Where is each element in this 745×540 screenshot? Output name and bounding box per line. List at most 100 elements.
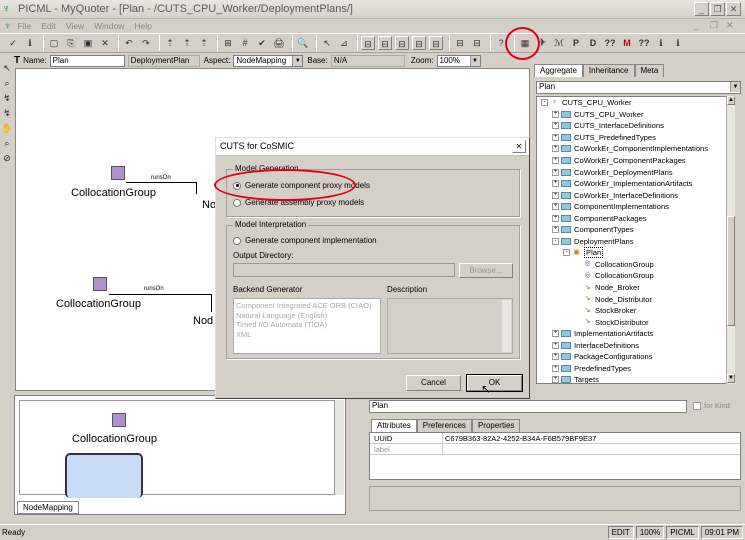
expand-icon[interactable]: +: [552, 180, 559, 188]
expand-icon[interactable]: +: [552, 191, 559, 199]
tab-meta[interactable]: Meta: [634, 64, 665, 77]
minimize-button[interactable]: _: [694, 2, 709, 16]
overview-scrollbar[interactable]: [335, 400, 344, 495]
tree-item[interactable]: + Targets: [537, 374, 733, 383]
redo-icon[interactable]: ↷: [139, 36, 153, 50]
pointer-icon[interactable]: ↖: [320, 36, 334, 50]
aspect-select[interactable]: NodeMapping ▼: [233, 54, 304, 67]
tree-scrollbar[interactable]: ▲ ▼: [726, 96, 735, 384]
zoom-select[interactable]: 100% ▼: [436, 54, 481, 67]
expand-icon[interactable]: +: [552, 341, 559, 349]
tree-item[interactable]: + ImplementationArtifacts: [537, 328, 733, 340]
tree-item[interactable]: - DeploymentPlans: [537, 236, 733, 248]
select-tool-icon[interactable]: ↖: [1, 61, 13, 75]
tree-item[interactable]: ◎ CollocationGroup: [537, 259, 733, 271]
menu-file[interactable]: File: [18, 21, 32, 31]
tree-item[interactable]: + CoWorkEr_ComponentPackages: [537, 155, 733, 167]
check-icon[interactable]: ✓: [6, 36, 20, 50]
menu-window[interactable]: Window: [94, 21, 124, 31]
collapse-icon[interactable]: -: [563, 249, 570, 257]
grid-icon[interactable]: ⊞: [221, 36, 235, 50]
backend-listbox[interactable]: Component Integrated ACE ORB (CIAO) Natu…: [233, 298, 381, 354]
d-icon[interactable]: D: [586, 36, 600, 50]
question-icon[interactable]: ??: [637, 36, 651, 50]
viewport-rect[interactable]: [65, 453, 143, 498]
doc-minimize-button[interactable]: _: [694, 20, 699, 30]
delete-icon[interactable]: ✕: [98, 36, 112, 50]
tree-item[interactable]: ◎ CollocationGroup: [537, 270, 733, 282]
tree-item[interactable]: + CoWorkEr_DeploymentPlans: [537, 166, 733, 178]
question-icon[interactable]: ??: [603, 36, 617, 50]
table-row[interactable]: label: [370, 444, 740, 455]
expand-icon[interactable]: +: [552, 110, 559, 118]
up-icon[interactable]: ⇡: [197, 36, 211, 50]
connect-tool-icon[interactable]: ↯: [1, 91, 13, 105]
undo-icon[interactable]: ↶: [122, 36, 136, 50]
tree-item[interactable]: - ♆ CUTS_CPU_Worker: [537, 97, 733, 109]
search-tool-icon[interactable]: ⊘: [1, 151, 13, 165]
radio-icon[interactable]: [233, 198, 241, 207]
doc-close-button[interactable]: ✕: [726, 20, 734, 31]
copy-icon[interactable]: ⎘: [64, 36, 78, 50]
panel-icon[interactable]: ⊟: [470, 36, 484, 50]
ok-button[interactable]: OK: [466, 374, 523, 392]
up-icon[interactable]: ⇡: [163, 36, 177, 50]
radio-icon[interactable]: [233, 236, 241, 245]
overview-canvas[interactable]: CollocationGroup: [19, 400, 335, 498]
tab-nodemapping[interactable]: NodeMapping: [17, 501, 79, 514]
tree-item[interactable]: + InterfaceDefinitions: [537, 339, 733, 351]
tab-inheritance[interactable]: Inheritance: [582, 64, 635, 77]
interpreter-icon[interactable]: ℹ: [671, 36, 685, 50]
list-item[interactable]: XML: [236, 330, 378, 340]
expand-icon[interactable]: +: [552, 353, 559, 361]
checkbox-icon[interactable]: [693, 401, 701, 410]
description-scrollbar[interactable]: [502, 300, 511, 352]
list-item[interactable]: Component Integrated ACE ORB (CIAO): [236, 301, 378, 311]
cancel-button[interactable]: Cancel: [406, 375, 461, 391]
tree-item[interactable]: + PackageConfigurations: [537, 351, 733, 363]
list-item[interactable]: Natural Language (English): [236, 311, 378, 321]
scroll-down-icon[interactable]: ▼: [727, 374, 735, 383]
collapse-icon[interactable]: -: [541, 99, 548, 107]
up-icon[interactable]: ⇡: [180, 36, 194, 50]
tree-item[interactable]: + CUTS_CPU_Worker: [537, 109, 733, 121]
visualize-tool-icon[interactable]: ⌕: [1, 136, 13, 150]
tree-item[interactable]: ↘ StockDistributor: [537, 316, 733, 328]
tree-item[interactable]: ↘ Node_Broker: [537, 282, 733, 294]
doc-restore-button[interactable]: ❐: [710, 20, 718, 31]
tab-properties[interactable]: Properties: [471, 419, 521, 432]
panel-icon[interactable]: ⊟: [453, 36, 467, 50]
tab-preferences[interactable]: Preferences: [416, 419, 472, 432]
tree-item[interactable]: + CoWorkEr_ComponentImplementations: [537, 143, 733, 155]
expand-icon[interactable]: +: [552, 203, 559, 211]
tree-item[interactable]: ↘ Node_Distributor: [537, 293, 733, 305]
view-icon[interactable]: ⊟: [361, 36, 375, 50]
close-button[interactable]: ✕: [726, 2, 741, 16]
tree-item[interactable]: + ComponentPackages: [537, 212, 733, 224]
gen-impl-radio[interactable]: Generate component implementation: [233, 236, 377, 245]
disconnect-tool-icon[interactable]: ↯: [1, 106, 13, 120]
tree-item[interactable]: + PredefinedTypes: [537, 363, 733, 375]
model-tree[interactable]: - ♆ CUTS_CPU_Worker + CUTS_CPU_Worker + CUTS_I…: [536, 96, 734, 384]
hash-icon[interactable]: #: [238, 36, 252, 50]
output-dir-field[interactable]: [233, 263, 455, 277]
find-icon[interactable]: 🔍: [296, 36, 310, 50]
tree-item[interactable]: + CUTS_PredefinedTypes: [537, 132, 733, 144]
collocation-group-icon[interactable]: [111, 166, 125, 180]
browse-button[interactable]: Browse...: [459, 263, 513, 278]
list-item[interactable]: Timed I/O Automata (TIOA): [236, 320, 378, 330]
tree-item[interactable]: + CoWorkEr_InterfaceDefinitions: [537, 189, 733, 201]
scroll-thumb[interactable]: [727, 216, 735, 326]
expand-icon[interactable]: +: [552, 133, 559, 141]
expand-icon[interactable]: +: [552, 157, 559, 164]
expand-icon[interactable]: +: [552, 226, 559, 234]
tab-attributes[interactable]: Attributes: [371, 419, 417, 432]
dialog-close-button[interactable]: ✕: [512, 140, 526, 153]
tree-item[interactable]: + CUTS_InterfaceDefinitions: [537, 120, 733, 132]
view-icon[interactable]: ⊟: [429, 36, 443, 50]
paste-icon[interactable]: ▣: [81, 36, 95, 50]
expand-icon[interactable]: +: [552, 330, 559, 338]
m-red-icon[interactable]: M: [620, 36, 634, 50]
verify-icon[interactable]: ✔: [255, 36, 269, 50]
name-field[interactable]: Plan: [49, 54, 125, 67]
